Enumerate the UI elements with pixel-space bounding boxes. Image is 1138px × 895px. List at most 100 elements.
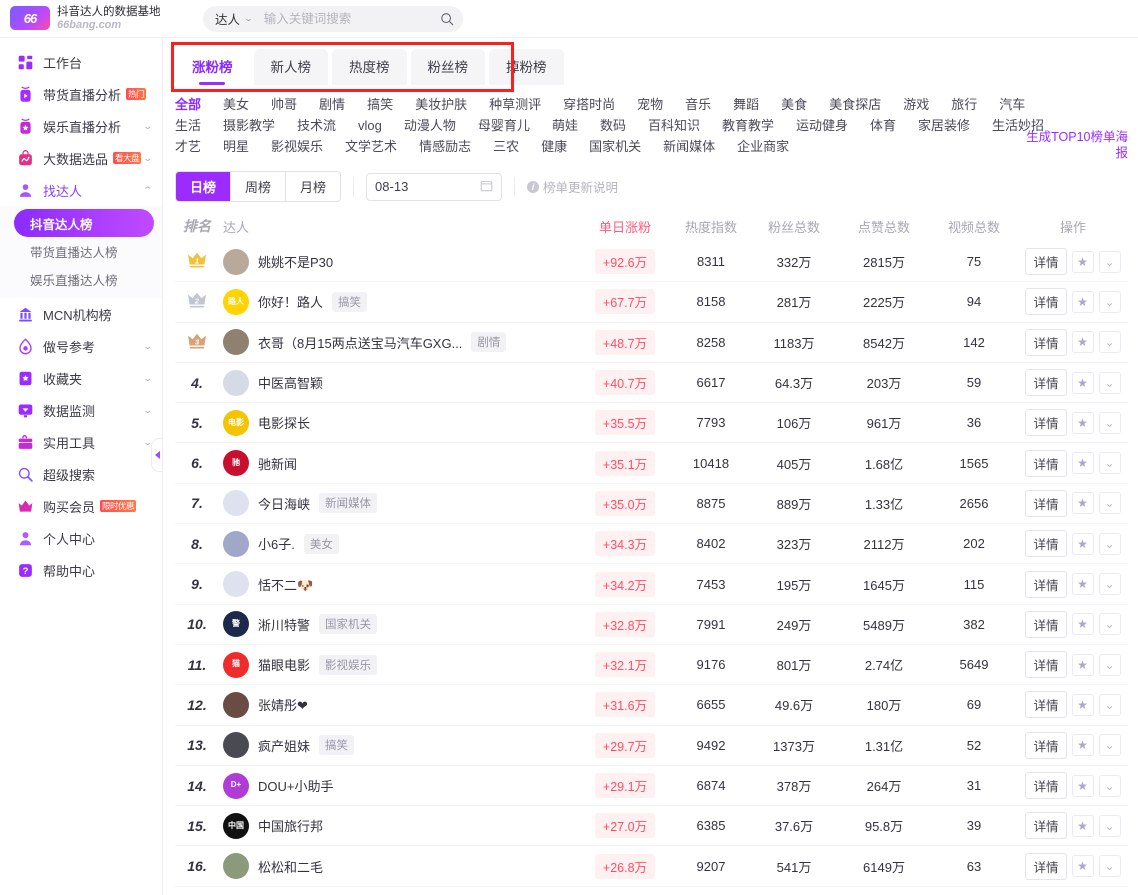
cell-creator[interactable]: 猫 猫眼电影 影视娱乐	[219, 651, 578, 678]
table-row[interactable]: 16. 松松和二毛 +26.8万 9207 541万 6149万 63 详情 ★…	[175, 846, 1128, 887]
sidebar-subitem-带货直播达人榜[interactable]: 带货直播达人榜	[0, 237, 162, 265]
col-header-grow[interactable]: 单日涨粉	[578, 217, 672, 236]
star-icon[interactable]: ★	[1071, 814, 1094, 837]
creator-name[interactable]: 中国旅行邦	[258, 816, 323, 835]
tab-新人榜[interactable]: 新人榜	[253, 49, 328, 85]
chevron-down-icon[interactable]: ⌄	[1098, 532, 1121, 555]
sidebar-item-收藏夹[interactable]: 收藏夹 ⌄	[0, 362, 162, 394]
star-icon[interactable]: ★	[1071, 532, 1094, 555]
creator-name[interactable]: 衣哥（8月15两点送宝马汽车GXG...	[258, 333, 462, 352]
category-摄影教学[interactable]: 摄影教学	[223, 115, 275, 136]
star-icon[interactable]: ★	[1071, 693, 1094, 716]
category-宠物[interactable]: 宠物	[637, 94, 663, 115]
cell-creator[interactable]: 小6子. 美女	[219, 530, 578, 557]
detail-button[interactable]: 详情	[1025, 288, 1067, 316]
rank-update-note[interactable]: i 榜单更新说明	[527, 177, 618, 196]
search-input[interactable]	[263, 11, 435, 26]
category-文学艺术[interactable]: 文学艺术	[345, 136, 397, 157]
brand-logo-area[interactable]: 66 抖音达人的数据基地 66bang.com	[0, 6, 175, 32]
sidebar-item-工作台[interactable]: 工作台	[0, 46, 162, 78]
chevron-down-icon[interactable]: ⌄	[1098, 411, 1121, 434]
category-国家机关[interactable]: 国家机关	[589, 136, 641, 157]
sidebar-subitem-娱乐直播达人榜[interactable]: 娱乐直播达人榜	[0, 265, 162, 293]
cell-creator[interactable]: 衣哥（8月15两点送宝马汽车GXG... 剧情	[219, 329, 578, 356]
col-header-videos[interactable]: 视频总数	[930, 217, 1018, 236]
sidebar-item-找达人[interactable]: 找达人 ⌃	[0, 174, 162, 206]
col-header-heat[interactable]: 热度指数	[672, 217, 750, 236]
table-row[interactable]: 7. 今日海峡 新闻媒体 +35.0万 8875 889万 1.33亿 2656 …	[175, 484, 1128, 525]
search-bar[interactable]: 达人 ⌄	[203, 5, 463, 32]
category-全部[interactable]: 全部	[175, 94, 201, 115]
detail-button[interactable]: 详情	[1025, 651, 1067, 679]
detail-button[interactable]: 详情	[1025, 489, 1067, 517]
chevron-down-icon[interactable]: ⌄	[1098, 573, 1121, 596]
detail-button[interactable]: 详情	[1025, 409, 1067, 437]
col-header-likes[interactable]: 点赞总数	[838, 217, 930, 236]
category-三农[interactable]: 三农	[493, 136, 519, 157]
sidebar-item-超级搜索[interactable]: 超级搜索	[0, 458, 162, 490]
category-数码[interactable]: 数码	[600, 115, 626, 136]
date-picker[interactable]: 08-13	[366, 172, 503, 201]
tab-热度榜[interactable]: 热度榜	[332, 49, 407, 85]
chevron-down-icon[interactable]: ⌄	[1098, 250, 1121, 273]
table-row[interactable]: 3 衣哥（8月15两点送宝马汽车GXG... 剧情 +48.7万 8258 118…	[175, 323, 1128, 363]
creator-name[interactable]: 今日海峡	[258, 494, 310, 513]
cell-creator[interactable]: 松松和二毛	[219, 853, 578, 880]
chevron-down-icon[interactable]: ⌄	[1098, 331, 1121, 354]
creator-name[interactable]: 姚姚不是P30	[258, 252, 333, 271]
sidebar-item-娱乐直播分析[interactable]: 娱乐直播分析 ⌄	[0, 110, 162, 142]
category-帅哥[interactable]: 帅哥	[271, 94, 297, 115]
category-舞蹈[interactable]: 舞蹈	[733, 94, 759, 115]
star-icon[interactable]: ★	[1071, 411, 1094, 434]
cell-creator[interactable]: D+ DOU+小助手	[219, 772, 578, 799]
col-header-fans[interactable]: 粉丝总数	[750, 217, 838, 236]
category-生活[interactable]: 生活	[175, 115, 201, 136]
creator-name[interactable]: 中医高智颖	[258, 373, 323, 392]
table-row[interactable]: 4. 中医高智颖 +40.7万 6617 64.3万 203万 59 详情 ★ …	[175, 363, 1128, 404]
tab-粉丝榜[interactable]: 粉丝榜	[410, 49, 485, 85]
chevron-down-icon[interactable]: ⌄	[1098, 734, 1121, 757]
star-icon[interactable]: ★	[1071, 653, 1094, 676]
cell-creator[interactable]: 中国 中国旅行邦	[219, 812, 578, 839]
table-row[interactable]: 15. 中国 中国旅行邦 +27.0万 6385 37.6万 95.8万 39 …	[175, 806, 1128, 847]
period-月榜[interactable]: 月榜	[286, 172, 341, 201]
creator-name[interactable]: DOU+小助手	[258, 776, 333, 795]
creator-name[interactable]: 松松和二毛	[258, 857, 323, 876]
table-row[interactable]: 13. 疯产姐妹 搞笑 +29.7万 9492 1373万 1.31亿 52 详情…	[175, 726, 1128, 766]
table-row[interactable]: 14. D+ DOU+小助手 +29.1万 6874 378万 264万 31 …	[175, 766, 1128, 807]
detail-button[interactable]: 详情	[1025, 369, 1067, 397]
table-row[interactable]: 1 姚姚不是P30 +92.6万 8311 332万 2815万 75 详情 ★…	[175, 242, 1128, 283]
sidebar-item-帮助中心[interactable]: ? 帮助中心	[0, 554, 162, 586]
category-影视娱乐[interactable]: 影视娱乐	[271, 136, 323, 157]
detail-button[interactable]: 详情	[1025, 449, 1067, 477]
creator-name[interactable]: 电影探长	[258, 413, 310, 432]
table-row[interactable]: 6. 驰 驰新闻 +35.1万 10418 405万 1.68亿 1565 详情…	[175, 443, 1128, 484]
category-运动健身[interactable]: 运动健身	[796, 115, 848, 136]
sidebar-item-购买会员[interactable]: 购买会员 限时优惠	[0, 490, 162, 522]
detail-button[interactable]: 详情	[1025, 530, 1067, 558]
table-row[interactable]: 8. 小6子. 美女 +34.3万 8402 323万 2112万 202 详情 …	[175, 524, 1128, 565]
chevron-down-icon[interactable]: ⌄	[1098, 492, 1121, 515]
detail-button[interactable]: 详情	[1025, 328, 1067, 356]
category-母婴育儿[interactable]: 母婴育儿	[478, 115, 530, 136]
star-icon[interactable]: ★	[1071, 331, 1094, 354]
category-新闻媒体[interactable]: 新闻媒体	[663, 136, 715, 157]
category-美女[interactable]: 美女	[223, 94, 249, 115]
cell-creator[interactable]: 路人 你好！路人 搞笑	[219, 288, 578, 315]
category-技术流[interactable]: 技术流	[297, 115, 336, 136]
category-旅行[interactable]: 旅行	[951, 94, 977, 115]
star-icon[interactable]: ★	[1071, 855, 1094, 878]
chevron-down-icon[interactable]: ⌄	[1098, 855, 1121, 878]
category-美食[interactable]: 美食	[781, 94, 807, 115]
category-vlog[interactable]: vlog	[358, 115, 382, 136]
detail-button[interactable]: 详情	[1025, 812, 1067, 840]
detail-button[interactable]: 详情	[1025, 852, 1067, 880]
sidebar-item-大数据选品[interactable]: 大数据选品 看大盘 ⌄	[0, 142, 162, 174]
star-icon[interactable]: ★	[1071, 250, 1094, 273]
star-icon[interactable]: ★	[1071, 290, 1094, 313]
creator-name[interactable]: 疯产姐妹	[258, 736, 310, 755]
table-row[interactable]: 10. 警 淅川特警 国家机关 +32.8万 7991 249万 5489万 38…	[175, 605, 1128, 645]
category-教育教学[interactable]: 教育教学	[722, 115, 774, 136]
category-健康[interactable]: 健康	[541, 136, 567, 157]
category-萌娃[interactable]: 萌娃	[552, 115, 578, 136]
